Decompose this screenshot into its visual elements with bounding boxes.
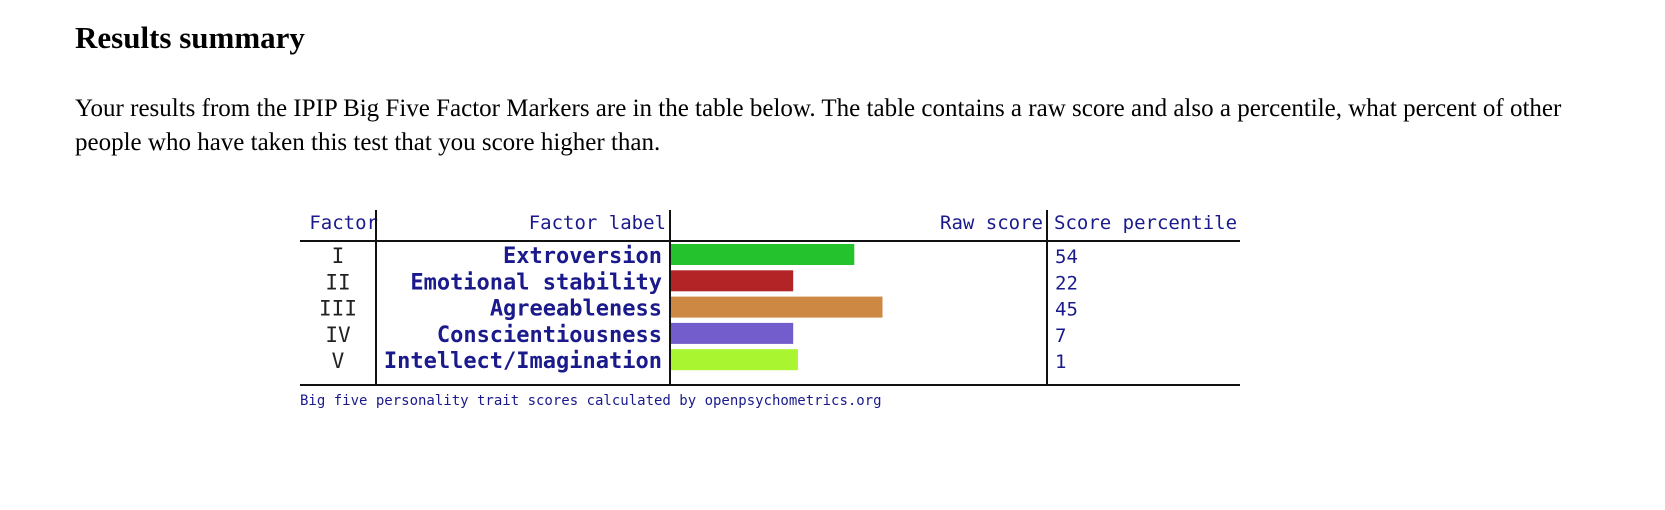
score-bar	[671, 244, 855, 265]
chart-footnote: Big five personality trait scores calcul…	[300, 393, 882, 409]
factor-label: Conscientiousness	[437, 323, 662, 348]
chart-svg: Factor Factor label Raw score Score perc…	[300, 210, 1240, 409]
factor-label: Intellect/Imagination	[384, 349, 662, 374]
factor-numeral: II	[325, 270, 350, 294]
score-percentile: 7	[1055, 325, 1066, 347]
score-percentile: 54	[1055, 246, 1078, 268]
factor-label: Extroversion	[503, 244, 662, 269]
header-factor-label: Factor label	[529, 212, 666, 234]
factor-label: Emotional stability	[410, 270, 662, 295]
header-score-percentile: Score percentile	[1054, 212, 1237, 234]
score-bar	[671, 349, 798, 371]
score-bar	[671, 322, 794, 344]
intro-paragraph: Your results from the IPIP Big Five Fact…	[75, 95, 1562, 156]
factor-numeral: I	[332, 244, 345, 268]
factor-numeral: IV	[325, 323, 351, 347]
chart-rows: I Extroversion 54 II Emotional stability 22 II…	[319, 244, 1078, 374]
header-raw-score: Raw score	[940, 212, 1043, 234]
big-five-chart: Factor Factor label Raw score Score perc…	[300, 210, 1330, 450]
factor-numeral: V	[332, 349, 345, 373]
score-bar	[671, 270, 794, 292]
header-factor: Factor	[309, 212, 378, 234]
score-bar	[671, 296, 883, 318]
score-percentile: 1	[1055, 351, 1066, 373]
score-percentile: 45	[1055, 299, 1078, 321]
score-percentile: 22	[1055, 272, 1078, 294]
factor-label: Agreeableness	[490, 297, 662, 322]
factor-numeral: III	[319, 297, 357, 321]
page-title: Results summary	[75, 20, 305, 55]
